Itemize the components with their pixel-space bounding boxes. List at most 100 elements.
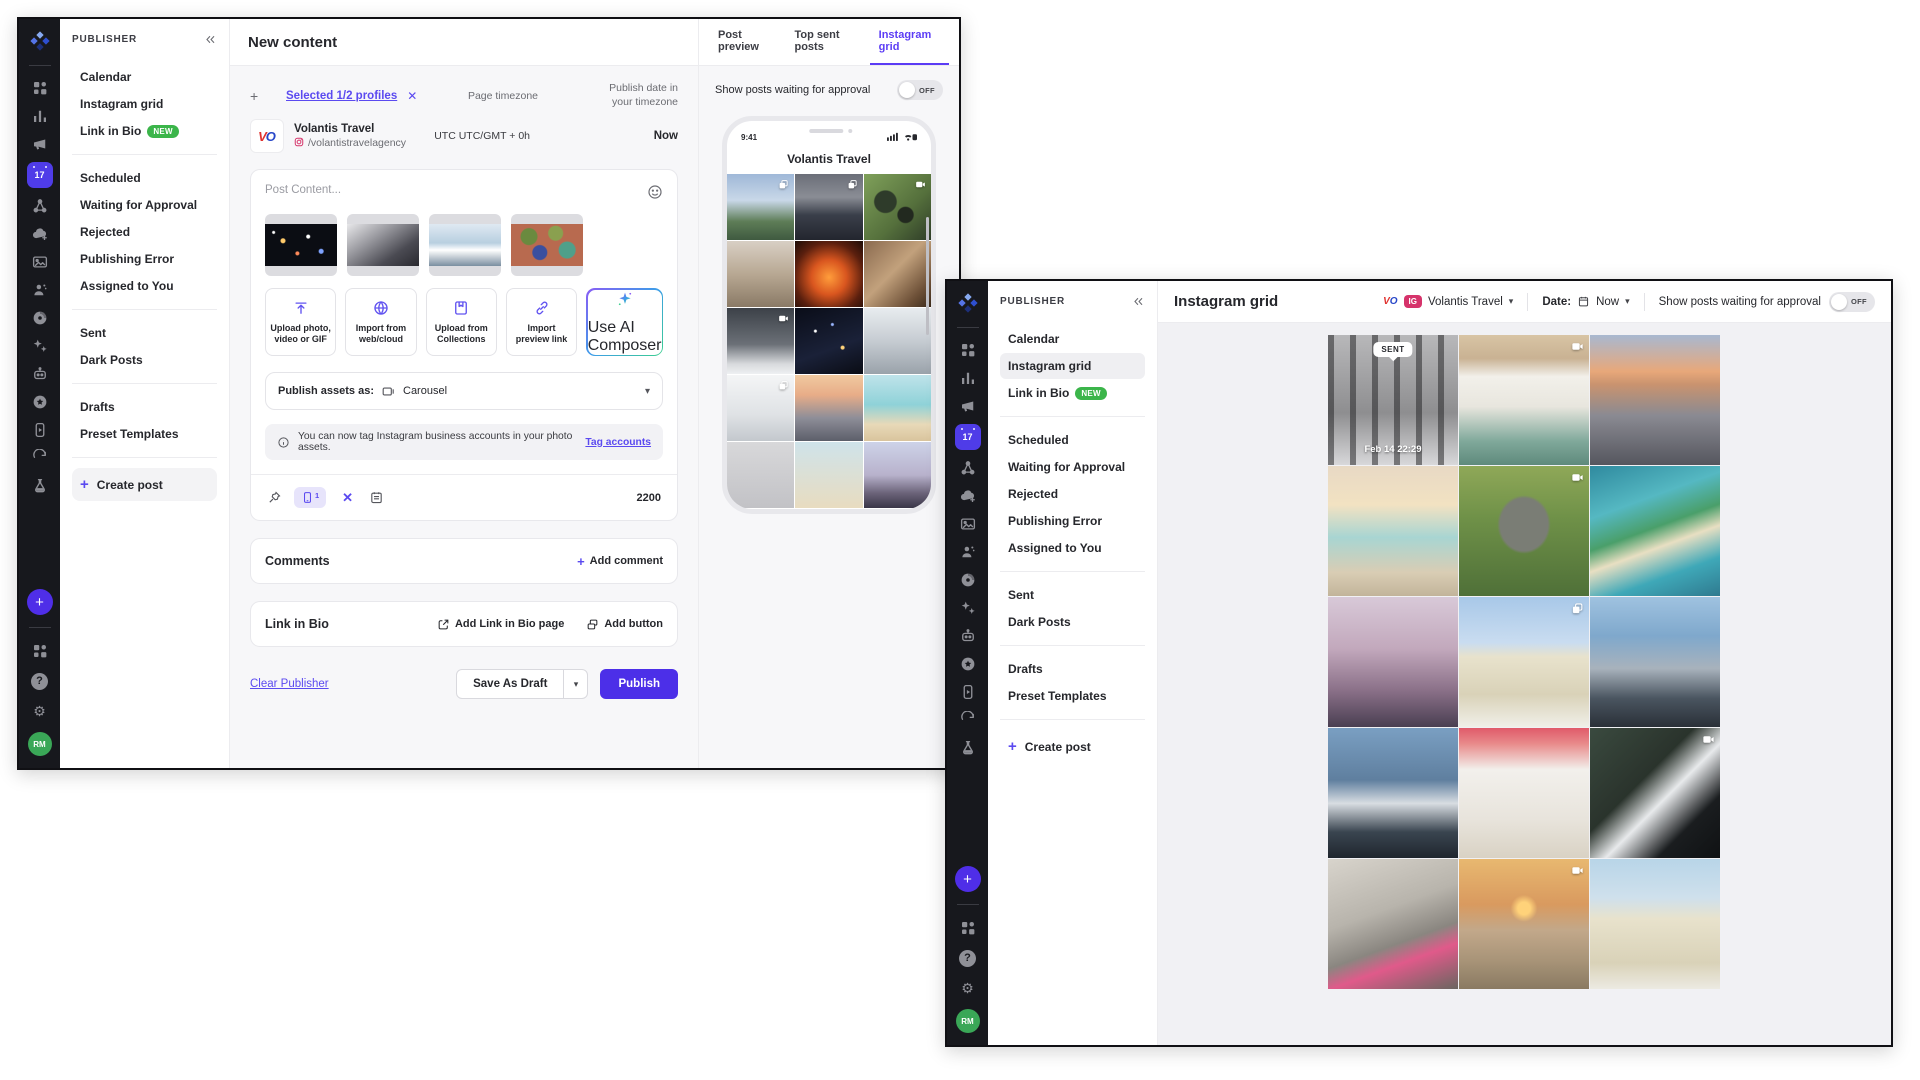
robot-icon[interactable]	[29, 364, 51, 384]
grid-post-future-train[interactable]	[1328, 728, 1458, 858]
apps-menu-icon[interactable]	[30, 641, 50, 661]
phone-tile-fire-swirl[interactable]	[795, 241, 862, 307]
sidebar-item-instagram-grid[interactable]: Instagram grid	[1000, 353, 1145, 379]
sidebar-item-drafts[interactable]: Drafts	[72, 394, 217, 420]
sidebar-item-instagram-grid[interactable]: Instagram grid	[72, 91, 217, 117]
stars-icon[interactable]	[957, 598, 979, 618]
grid-post-eiffel-dusk[interactable]	[1328, 597, 1458, 727]
asset-thumb-galaxy[interactable]	[265, 214, 337, 276]
image-icon[interactable]	[29, 252, 51, 272]
apps-menu-icon[interactable]	[958, 918, 978, 938]
grid-post-person-map-2[interactable]	[1590, 859, 1720, 989]
post-content-input[interactable]: Post Content...	[265, 184, 341, 196]
clear-publisher-link[interactable]: Clear Publisher	[250, 678, 329, 690]
cloudplus-icon[interactable]	[29, 224, 51, 244]
calendar-17-icon[interactable]: 17	[27, 162, 53, 188]
phone-tile-bottles[interactable]	[864, 241, 931, 307]
sidebar-item-sent[interactable]: Sent	[1000, 582, 1145, 608]
megaphone-icon[interactable]	[957, 396, 979, 416]
phone-tile-galaxy[interactable]	[795, 308, 862, 374]
apps-icon[interactable]	[957, 340, 979, 360]
share-icon[interactable]	[957, 458, 979, 478]
tab-instagram-grid[interactable]: Instagram grid	[870, 19, 949, 65]
sidebar-item-scheduled[interactable]: Scheduled	[1000, 427, 1145, 453]
device-preview-chip[interactable]: 1	[294, 487, 326, 508]
sidebar-item-dark-posts[interactable]: Dark Posts	[1000, 609, 1145, 635]
phone-tile-winter-forest[interactable]	[727, 308, 794, 374]
sidebar-item-calendar[interactable]: Calendar	[1000, 326, 1145, 352]
gear-icon[interactable]: ⚙	[958, 978, 978, 998]
disc-icon[interactable]	[957, 570, 979, 590]
share-icon[interactable]	[29, 196, 51, 216]
approval-toggle[interactable]: OFF	[897, 80, 943, 100]
asset-thumb-spice-bowls[interactable]	[511, 214, 583, 276]
sidebar-item-rejected[interactable]: Rejected	[72, 219, 217, 245]
grid-post-beach-foam[interactable]	[1459, 335, 1589, 465]
calendar-17-icon[interactable]: 17	[955, 424, 981, 450]
sidebar-item-sent[interactable]: Sent	[72, 320, 217, 346]
sidebar-item-scheduled[interactable]: Scheduled	[72, 165, 217, 191]
grid-post-gray-forest[interactable]: SENTFeb 14 22:29	[1328, 335, 1458, 465]
create-new-button[interactable]: +	[27, 589, 53, 615]
stars-icon[interactable]	[29, 336, 51, 356]
phoneplay-icon[interactable]	[29, 420, 51, 440]
starbadge-icon[interactable]	[29, 392, 51, 412]
gear-icon[interactable]: ⚙	[30, 701, 50, 721]
sidebar-item-calendar[interactable]: Calendar	[72, 64, 217, 90]
publish-button[interactable]: Publish	[600, 669, 678, 699]
phone-tile-city-dusk[interactable]	[795, 375, 862, 441]
tab-top-sent-posts[interactable]: Top sent posts	[785, 19, 865, 65]
starbadge-icon[interactable]	[957, 654, 979, 674]
pin-icon[interactable]	[267, 490, 282, 505]
phone-tile-leopard[interactable]	[864, 174, 931, 240]
upload-from-collections-button[interactable]: Upload from Collections	[426, 288, 497, 356]
use-ai-composer-button[interactable]: Use AI Composer	[586, 288, 663, 356]
avatar[interactable]: RM	[956, 1009, 980, 1033]
phone-tile-hourglass[interactable]	[727, 241, 794, 307]
date-filter[interactable]: Date: Now ▾	[1542, 295, 1629, 308]
help-icon[interactable]: ?	[30, 671, 50, 691]
sidebar-item-assigned-to-you[interactable]: Assigned to You	[72, 273, 217, 299]
create-new-button[interactable]: +	[955, 866, 981, 892]
phone-scrollbar[interactable]	[926, 217, 929, 335]
person-icon[interactable]	[29, 280, 51, 300]
save-options-caret[interactable]: ▾	[563, 670, 587, 698]
emoji-picker-icon[interactable]	[647, 184, 663, 200]
asset-thumb-snowy-mountains[interactable]	[429, 214, 501, 276]
loop-icon[interactable]	[957, 710, 979, 730]
approval-toggle[interactable]: OFF	[1829, 292, 1875, 312]
sidebar-item-rejected[interactable]: Rejected	[1000, 481, 1145, 507]
phone-tile-dark-beach[interactable]	[795, 174, 862, 240]
phone-tile-beach-aqua[interactable]	[864, 375, 931, 441]
avatar[interactable]: RM	[28, 732, 52, 756]
collapse-sidebar-icon[interactable]	[204, 33, 217, 46]
grid-post-couch-reading[interactable]	[1328, 859, 1458, 989]
calendar-note-icon[interactable]	[369, 490, 384, 505]
help-icon[interactable]: ?	[958, 948, 978, 968]
collapse-sidebar-icon[interactable]	[1132, 295, 1145, 308]
grid-post-white-town[interactable]	[1459, 728, 1589, 858]
grid-post-city-sunset[interactable]	[1590, 335, 1720, 465]
flask-icon[interactable]	[957, 738, 979, 758]
grid-post-ocean-sunset[interactable]	[1459, 859, 1589, 989]
apps-icon[interactable]	[29, 78, 51, 98]
phoneplay-icon[interactable]	[957, 682, 979, 702]
clear-profiles-icon[interactable]: ✕	[407, 89, 417, 103]
sidebar-item-dark-posts[interactable]: Dark Posts	[72, 347, 217, 373]
phone-tile-snow-wave[interactable]	[727, 375, 794, 441]
add-comment-button[interactable]: +Add comment	[577, 554, 663, 569]
grid-post-elephant[interactable]	[1459, 466, 1589, 596]
add-button-button[interactable]: Add button	[586, 618, 663, 631]
close-icon[interactable]: ✕	[338, 490, 357, 506]
grid-post-penguin[interactable]	[1590, 728, 1720, 858]
grid-post-dubai-skyline[interactable]	[1590, 597, 1720, 727]
publish-assets-select[interactable]: Publish assets as: Carousel ▾	[265, 372, 663, 410]
selected-profiles-link[interactable]: Selected 1/2 profiles	[286, 90, 397, 102]
create-post-button[interactable]: +Create post	[1000, 730, 1145, 763]
tab-post-preview[interactable]: Post preview	[709, 19, 781, 65]
sidebar-item-publishing-error[interactable]: Publishing Error	[72, 246, 217, 272]
chart-icon[interactable]	[29, 106, 51, 126]
sidebar-item-waiting-for-approval[interactable]: Waiting for Approval	[1000, 454, 1145, 480]
sidebar-item-drafts[interactable]: Drafts	[1000, 656, 1145, 682]
sidebar-item-link-in-bio[interactable]: Link in BioNEW	[1000, 380, 1145, 406]
